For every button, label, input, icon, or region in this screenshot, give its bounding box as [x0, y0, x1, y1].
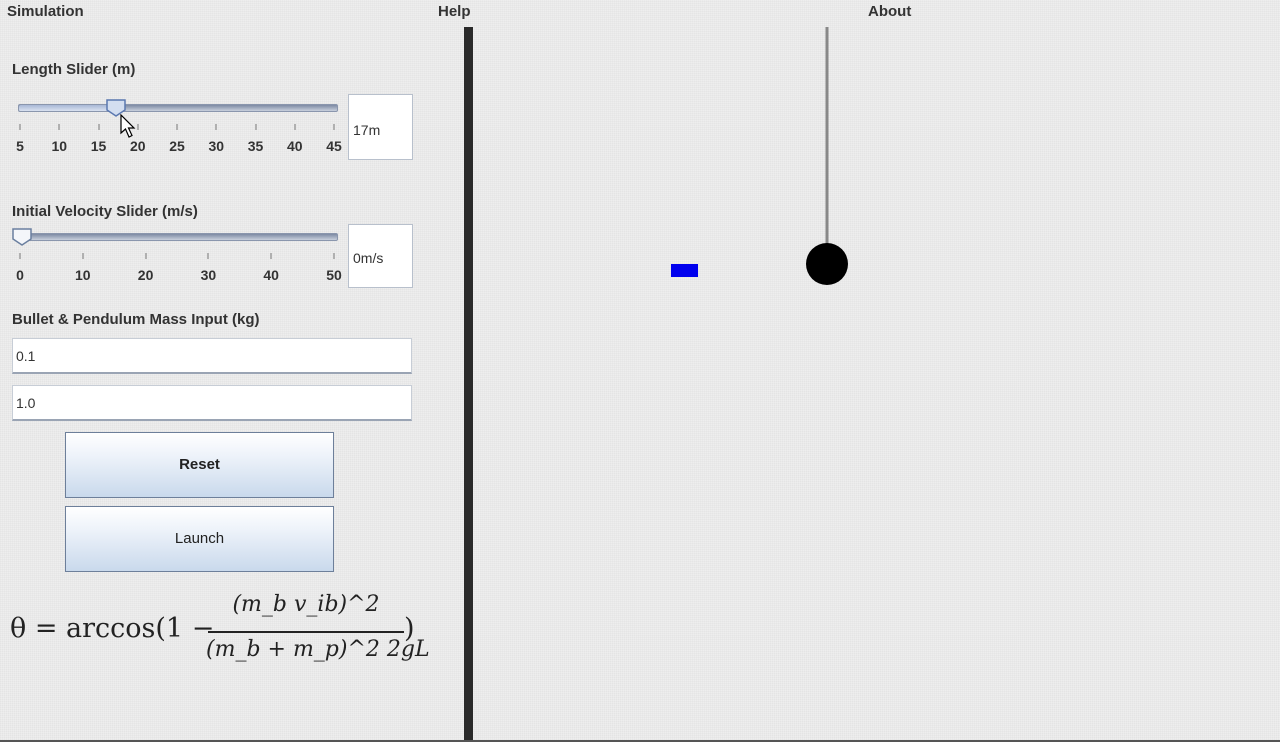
mouse-cursor-icon: [120, 114, 136, 138]
length-slider-tick: [254, 124, 257, 130]
length-slider-tick: [19, 124, 21, 130]
length-slider-tick: [215, 124, 218, 130]
length-slider-track[interactable]: [18, 104, 338, 112]
launch-button[interactable]: Launch: [65, 506, 334, 572]
velocity-slider-tick-label: 50: [326, 267, 342, 283]
formula-fraction-bar: [208, 631, 404, 633]
velocity-slider-tick: [333, 253, 335, 259]
velocity-slider-track[interactable]: [18, 233, 338, 241]
velocity-value-box: 0m/s: [348, 224, 413, 288]
velocity-slider-tick: [81, 253, 84, 259]
length-slider-tick: [97, 124, 100, 130]
menu-simulation[interactable]: Simulation: [7, 3, 84, 20]
length-slider-tick-label: 25: [169, 138, 185, 154]
menu-about[interactable]: About: [868, 3, 911, 20]
formula: θ = arccos(1 − (m_b v_ib)^2 (m_b + m_p)^…: [10, 590, 430, 680]
formula-lhs: θ = arccos(1 −: [10, 613, 215, 644]
formula-close-paren: ): [404, 613, 415, 644]
velocity-slider-tick: [207, 253, 210, 259]
length-slider-tick-label: 40: [286, 138, 303, 154]
length-slider-tick: [58, 124, 61, 130]
length-slider-tick-label: 30: [208, 138, 225, 154]
bullet: [671, 264, 698, 277]
menu-bar: Simulation Help About: [0, 0, 1280, 24]
length-slider-label: Length Slider (m): [12, 61, 136, 78]
formula-numerator: (m_b v_ib)^2: [232, 592, 380, 617]
menu-help[interactable]: Help: [438, 3, 471, 20]
length-slider-tick-label: 45: [326, 138, 342, 154]
velocity-slider-tick-label: 20: [137, 267, 154, 283]
panel-divider: [464, 27, 473, 742]
velocity-slider-tick: [270, 253, 273, 259]
length-slider-tick-label: 5: [16, 138, 24, 154]
velocity-slider-tick-label: 0: [16, 267, 24, 283]
length-slider-tick: [176, 124, 178, 130]
length-slider-fill: [19, 105, 116, 111]
mass-input-label: Bullet & Pendulum Mass Input (kg): [12, 311, 260, 328]
velocity-slider[interactable]: 0 10 20 30 40 50: [12, 225, 342, 287]
length-value-box: 17m: [348, 94, 413, 160]
velocity-slider-thumb[interactable]: [11, 227, 33, 247]
velocity-slider-tick: [19, 253, 21, 259]
pendulum-mass-field[interactable]: [12, 385, 412, 421]
bullet-mass-field[interactable]: [12, 338, 412, 374]
formula-denominator: (m_b + m_p)^2 2gL: [206, 637, 430, 662]
length-slider-tick-label: 15: [90, 138, 107, 154]
velocity-slider-label: Initial Velocity Slider (m/s): [12, 203, 198, 220]
length-slider-tick: [293, 124, 296, 130]
length-slider-tick-label: 10: [51, 138, 68, 154]
reset-button[interactable]: Reset: [65, 432, 334, 498]
velocity-slider-tick-label: 40: [263, 267, 279, 283]
simulation-canvas: [473, 27, 1280, 742]
length-slider-tick-label: 20: [129, 138, 146, 154]
pendulum-bob: [806, 243, 848, 285]
length-slider[interactable]: 5 10 15 20 25 30 35 40 45: [16, 96, 342, 158]
length-slider-tick: [333, 124, 335, 130]
length-slider-tick-label: 35: [247, 138, 264, 154]
velocity-slider-tick-label: 10: [75, 267, 91, 283]
velocity-slider-tick-label: 30: [200, 267, 217, 283]
velocity-slider-tick: [144, 253, 147, 259]
